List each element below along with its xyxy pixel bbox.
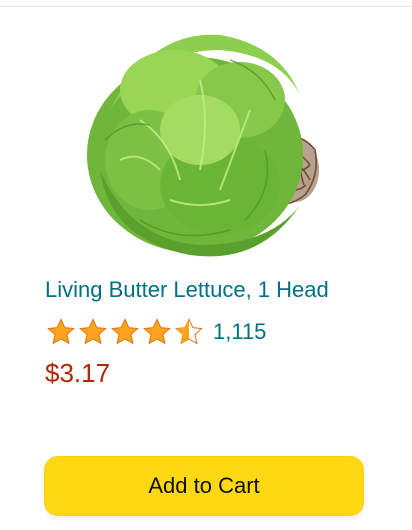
review-count-link[interactable]: 1,115 [213,318,266,346]
star-full-icon [111,318,139,345]
product-image[interactable] [80,20,330,265]
star-half-icon [175,318,203,345]
star-full-icon [79,318,107,345]
add-to-cart-button[interactable]: Add to Cart [44,456,364,516]
product-title-link[interactable]: Living Butter Lettuce, 1 Head [45,276,329,304]
star-rating[interactable] [45,316,205,348]
price: $3.17 [45,358,111,388]
star-full-icon [47,318,75,345]
product-card: Living Butter Lettuce, 1 Head 1,115 $3.1… [0,0,412,530]
star-full-icon [143,318,171,345]
rating-row[interactable]: 1,115 [45,316,266,348]
